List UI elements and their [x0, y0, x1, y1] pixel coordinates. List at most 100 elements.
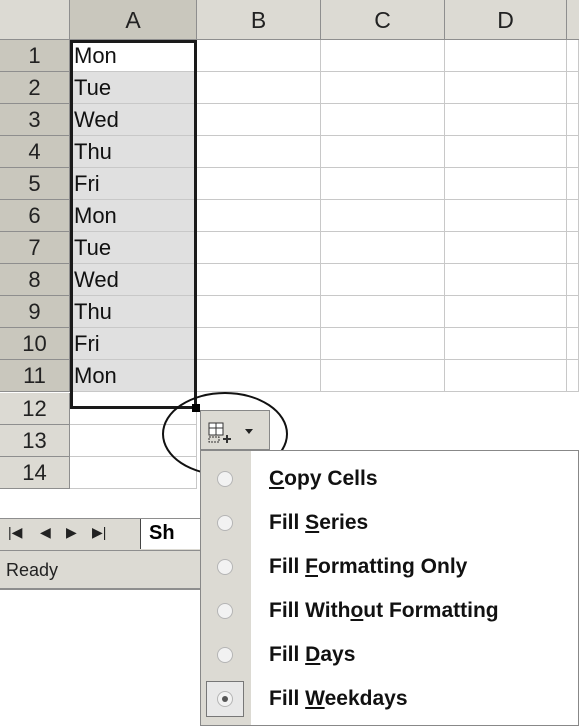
cell[interactable]: Fri: [70, 168, 197, 200]
autofill-options-icon: [208, 422, 253, 443]
cell[interactable]: [197, 328, 321, 360]
cell[interactable]: [567, 296, 579, 328]
column-header-d[interactable]: D: [445, 0, 567, 40]
cell[interactable]: [321, 360, 445, 392]
cell[interactable]: [197, 168, 321, 200]
cell[interactable]: [197, 296, 321, 328]
cell[interactable]: [197, 360, 321, 392]
column-header-b[interactable]: B: [197, 0, 321, 40]
menu-item-label: Fill Series: [269, 511, 369, 534]
row-header[interactable]: 8: [0, 264, 70, 296]
menu-item[interactable]: Fill Without Formatting: [201, 591, 579, 631]
cell[interactable]: [321, 104, 445, 136]
cell[interactable]: [567, 360, 579, 392]
next-sheet-icon[interactable]: ▶: [66, 524, 77, 541]
cell[interactable]: [567, 40, 579, 72]
cell[interactable]: [445, 232, 567, 264]
cell[interactable]: Mon: [70, 40, 197, 72]
cell[interactable]: [321, 232, 445, 264]
cell[interactable]: [445, 328, 567, 360]
first-sheet-icon[interactable]: |◀: [8, 524, 22, 541]
cell[interactable]: [70, 393, 197, 425]
cell[interactable]: [567, 104, 579, 136]
cell[interactable]: [197, 72, 321, 104]
sheet-tab-bar: |◀ ◀ ▶ ▶| Sh: [0, 518, 210, 550]
last-sheet-icon[interactable]: ▶|: [92, 524, 106, 541]
radio-icon: [217, 647, 233, 663]
cell[interactable]: [70, 425, 197, 457]
cell[interactable]: [197, 136, 321, 168]
menu-item[interactable]: Fill Weekdays: [201, 679, 579, 719]
cell[interactable]: [321, 328, 445, 360]
cell[interactable]: [567, 136, 579, 168]
menu-item[interactable]: Fill Days: [201, 635, 579, 675]
radio-icon: [217, 603, 233, 619]
row-header[interactable]: 3: [0, 104, 70, 136]
column-header-c[interactable]: C: [321, 0, 445, 40]
row-header[interactable]: 13: [0, 425, 70, 457]
cell[interactable]: Thu: [70, 296, 197, 328]
row-header[interactable]: 2: [0, 72, 70, 104]
menu-item-label: Fill Weekdays: [269, 687, 408, 710]
cell[interactable]: Wed: [70, 104, 197, 136]
cell[interactable]: [445, 72, 567, 104]
cell[interactable]: [197, 200, 321, 232]
cell[interactable]: [567, 200, 579, 232]
radio-icon: [217, 559, 233, 575]
row-header[interactable]: 7: [0, 232, 70, 264]
row-header[interactable]: 6: [0, 200, 70, 232]
cell[interactable]: Thu: [70, 136, 197, 168]
row-header[interactable]: 14: [0, 457, 70, 489]
cell[interactable]: [445, 264, 567, 296]
cell[interactable]: Mon: [70, 360, 197, 392]
cell[interactable]: [567, 72, 579, 104]
cell[interactable]: [445, 296, 567, 328]
cell[interactable]: [70, 457, 197, 489]
row-header[interactable]: 1: [0, 40, 70, 72]
cell[interactable]: [197, 232, 321, 264]
cell[interactable]: [567, 328, 579, 360]
menu-item[interactable]: Fill Formatting Only: [201, 547, 579, 587]
cell[interactable]: [197, 40, 321, 72]
cell[interactable]: [445, 168, 567, 200]
column-header-a[interactable]: A: [70, 0, 197, 40]
cell[interactable]: [321, 72, 445, 104]
cell[interactable]: Tue: [70, 72, 197, 104]
cell[interactable]: [567, 264, 579, 296]
autofill-options-button[interactable]: [200, 410, 270, 450]
select-all-corner[interactable]: [0, 0, 70, 40]
row-header[interactable]: 9: [0, 296, 70, 328]
cell[interactable]: [321, 200, 445, 232]
cell[interactable]: [197, 264, 321, 296]
cell[interactable]: [197, 104, 321, 136]
cell[interactable]: [321, 264, 445, 296]
cell[interactable]: Wed: [70, 264, 197, 296]
row-header[interactable]: 12: [0, 393, 70, 425]
cell[interactable]: [445, 360, 567, 392]
prev-sheet-icon[interactable]: ◀: [40, 524, 51, 541]
row-header[interactable]: 10: [0, 328, 70, 360]
cell[interactable]: Mon: [70, 200, 197, 232]
row-header[interactable]: 11: [0, 360, 70, 392]
cell[interactable]: [321, 40, 445, 72]
menu-item[interactable]: Copy Cells: [201, 459, 579, 499]
fill-handle[interactable]: [192, 404, 200, 412]
cell[interactable]: [567, 232, 579, 264]
autofill-options-menu: Copy Cells Fill Series Fill Formatting Onl…: [200, 450, 579, 726]
cell[interactable]: [445, 104, 567, 136]
cell[interactable]: [321, 296, 445, 328]
cell[interactable]: [321, 136, 445, 168]
row-header[interactable]: 4: [0, 136, 70, 168]
cell[interactable]: [567, 168, 579, 200]
menu-item[interactable]: Fill Series: [201, 503, 579, 543]
cell[interactable]: [445, 200, 567, 232]
cell[interactable]: Fri: [70, 328, 197, 360]
menu-item-label: Fill Days: [269, 643, 356, 666]
cell[interactable]: [321, 168, 445, 200]
cell[interactable]: Tue: [70, 232, 197, 264]
cell[interactable]: [445, 136, 567, 168]
row-header[interactable]: 5: [0, 168, 70, 200]
radio-icon: [217, 691, 233, 707]
cell[interactable]: [445, 40, 567, 72]
column-header-e[interactable]: [567, 0, 579, 40]
